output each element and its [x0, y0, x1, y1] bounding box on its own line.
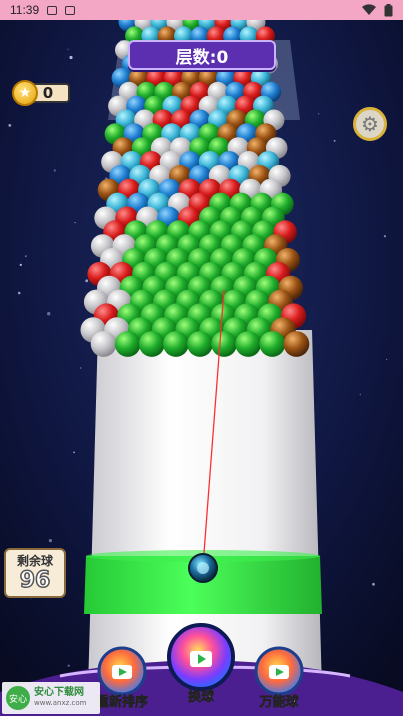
shooter-ball: [197, 562, 209, 574]
coin-counter: 0 ★: [12, 80, 70, 106]
download-site-watermark: 安心 安心下载网 www.anxz.com: [2, 682, 100, 714]
star: [17, 291, 21, 295]
star: [67, 48, 69, 50]
star: [48, 539, 53, 543]
bubble-ball: [235, 331, 262, 357]
watermark-text: 安心下载网 www.anxz.com: [34, 687, 86, 709]
remaining-label: 剩余球: [16, 554, 53, 568]
remaining-balls-panel: 剩余球 96: [4, 548, 66, 598]
star: [333, 139, 336, 142]
bubble-ball: [259, 331, 286, 357]
bubble-ball: [163, 331, 189, 357]
star: [69, 55, 73, 60]
swap-ball-label: 换球: [187, 690, 215, 706]
notification-message-icon: [65, 5, 76, 15]
watermark-logo: 安心: [6, 686, 30, 710]
watermark-title: 安心下载网: [34, 687, 84, 698]
star: [85, 279, 89, 283]
bubble-ball: [114, 331, 141, 357]
reshuffle-label: 重新排序: [96, 695, 149, 711]
swap-ball-video-icon: [167, 623, 235, 691]
star: [386, 358, 388, 360]
bubble-ball: [90, 331, 117, 357]
star: [73, 451, 75, 454]
status-bar: 11:39: [0, 0, 403, 20]
star: [317, 113, 320, 115]
level-label: 层数:0: [175, 47, 229, 68]
wild-ball-video-icon: [254, 646, 304, 696]
star: [383, 235, 386, 238]
swap-ball-button[interactable]: 换球: [166, 622, 236, 705]
wild-ball-button[interactable]: 万能球: [253, 645, 305, 710]
coin-star-icon: ★: [12, 80, 38, 106]
star: [47, 312, 51, 316]
battery-icon: [384, 3, 393, 16]
star: [53, 169, 56, 172]
remaining-count: 96: [19, 567, 51, 594]
star: [8, 124, 12, 127]
star: [74, 222, 76, 224]
star: [359, 393, 361, 396]
reshuffle-button[interactable]: 重新排序: [96, 645, 148, 710]
settings-gear-button[interactable]: ⚙: [353, 107, 387, 141]
bubble-ball: [283, 331, 310, 357]
notification-a-icon: [47, 5, 58, 15]
bubble-ball: [187, 331, 213, 357]
star: [79, 367, 82, 369]
gear-icon: ⚙: [361, 112, 379, 136]
coin-count: 0: [42, 84, 54, 102]
wifi-icon: [362, 4, 376, 15]
reshuffle-video-icon: [97, 646, 147, 696]
star: [67, 664, 70, 667]
bubble-ball: [138, 331, 165, 357]
star: [24, 255, 27, 258]
wild-ball-label: 万能球: [259, 695, 299, 711]
star: [372, 582, 375, 586]
star: [19, 263, 22, 266]
watermark-url: www.anxz.com: [34, 699, 87, 707]
status-left: 11:39: [10, 3, 76, 17]
status-time: 11:39: [10, 3, 40, 17]
status-right: [362, 3, 393, 17]
bubble-ball: [211, 331, 238, 357]
level-badge: 层数:0: [128, 40, 276, 70]
game-scene[interactable]: [0, 0, 403, 716]
